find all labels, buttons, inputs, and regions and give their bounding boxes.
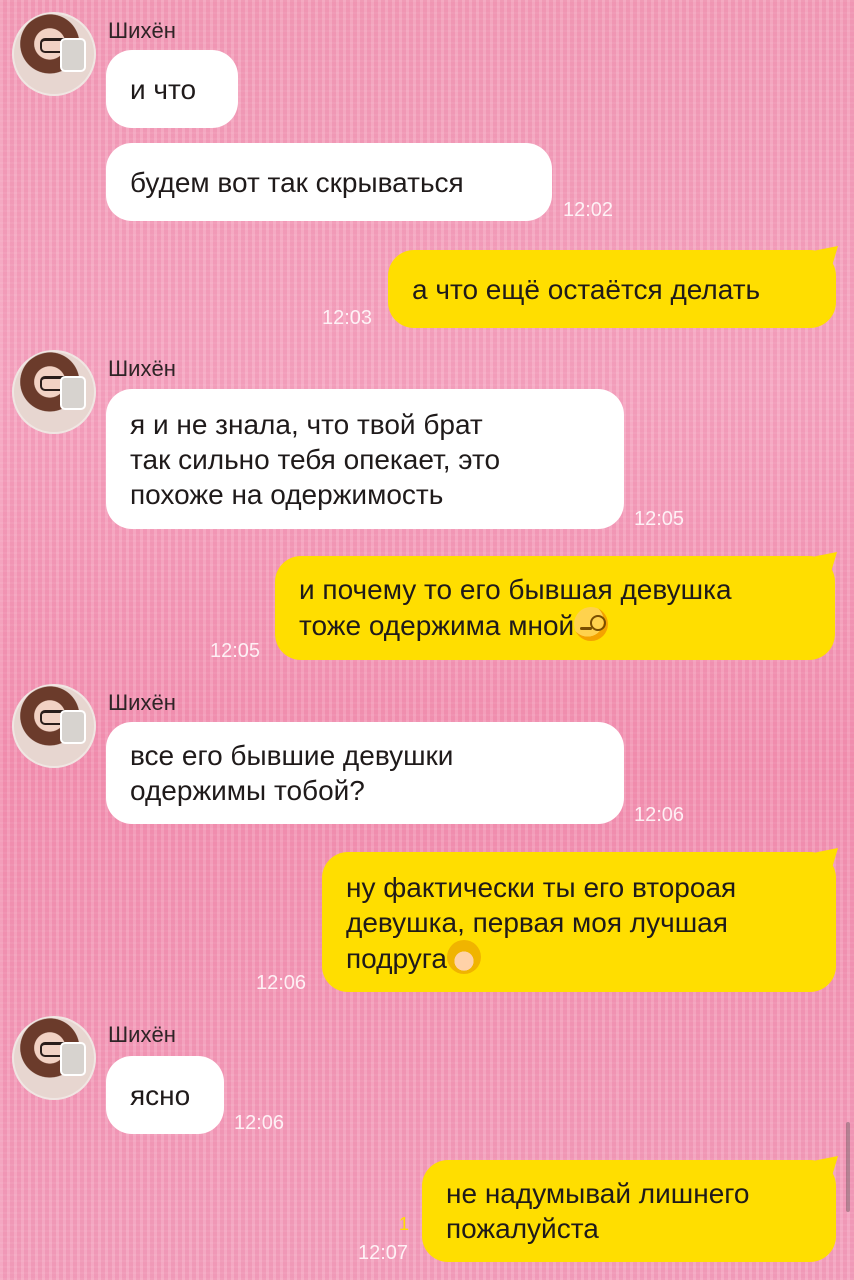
scrollbar[interactable] [846,1122,850,1212]
face-with-monocle-icon [574,607,609,641]
contact-avatar[interactable] [12,1016,96,1100]
message-bubble-outgoing[interactable]: ну фактически ты его второая девушка, пе… [322,852,836,992]
message-time: 12:06 [234,1112,285,1134]
message-time: 12:05 [634,508,685,530]
message-text: и что [130,74,197,105]
message-line-text: подруга [346,943,447,974]
sender-name: Шихён [108,18,176,43]
blond-woman-icon [446,940,481,974]
message-line: так сильно тебя опекает, это [130,444,501,475]
sender-name: Шихён [108,356,176,381]
message-bubble-outgoing[interactable]: а что ещё остаётся делать [388,250,836,328]
message-line: похоже на одержимость [130,479,444,510]
contact-avatar[interactable] [12,350,96,434]
message-line: все его бывшие девушки [130,740,454,771]
message-bubble-incoming[interactable]: и что [106,50,238,128]
message-line-text: тоже одержима мной [299,610,575,641]
message-time: 12:06 [634,804,685,826]
message-line: и почему то его бывшая девушка [299,574,732,605]
message-line: подруга [346,940,812,976]
message-line: не надумывай лишнего [446,1178,750,1209]
phone-decoration [60,710,86,744]
message-line: одержимы тобой? [130,775,365,806]
contact-avatar[interactable] [12,12,96,96]
message-line: я и не знала, что твой брат [130,409,483,440]
phone-decoration [60,38,86,72]
message-time: 12:06 [256,972,307,994]
message-text: будем вот так скрываться [130,167,464,198]
message-line: пожалуйста [446,1213,599,1244]
message-bubble-incoming[interactable]: будем вот так скрываться [106,143,552,221]
message-line: ну фактически ты его второая [346,872,737,903]
contact-avatar[interactable] [12,684,96,768]
message-status: 1 [399,1214,410,1234]
message-bubble-outgoing[interactable]: и почему то его бывшая девушка тоже одер… [275,556,835,660]
phone-decoration [60,1042,86,1076]
message-bubble-incoming[interactable]: ясно [106,1056,224,1134]
phone-decoration [60,376,86,410]
message-time: 12:03 [322,307,373,329]
message-time: 12:05 [210,640,261,662]
message-text: а что ещё остаётся делать [412,274,761,305]
message-time: 12:07 [358,1242,409,1264]
message-text: ясно [130,1080,191,1111]
message-bubble-incoming[interactable]: все его бывшие девушки одержимы тобой? [106,722,624,824]
sender-name: Шихён [108,1022,176,1047]
message-bubble-outgoing[interactable]: не надумывай лишнего пожалуйста [422,1160,836,1262]
sender-name: Шихён [108,690,176,715]
message-bubble-incoming[interactable]: я и не знала, что твой брат так сильно т… [106,389,624,529]
message-time: 12:02 [563,199,614,221]
message-line: девушка, первая моя лучшая [346,907,728,938]
message-line: тоже одержима мной [299,607,811,643]
